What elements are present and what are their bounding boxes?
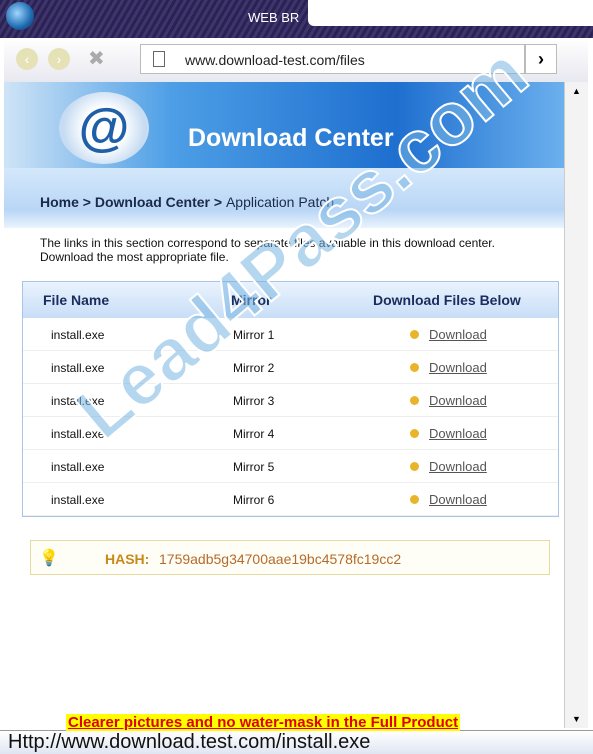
download-table: File Name Mirror Download Files Below in… bbox=[22, 281, 559, 517]
header-mirror: Mirror bbox=[231, 292, 272, 308]
bullet-icon bbox=[410, 330, 419, 339]
file-name: install.exe bbox=[51, 493, 105, 507]
bullet-icon bbox=[410, 495, 419, 504]
file-name: install.exe bbox=[51, 427, 105, 441]
lightbulb-icon: 💡 bbox=[39, 550, 59, 567]
mirror-name: Mirror 4 bbox=[233, 427, 275, 441]
promo-banner: Clearer pictures and no water-mask in th… bbox=[66, 714, 461, 731]
title-bar: WEB BR bbox=[0, 0, 593, 38]
status-text: Http://www.download.test.com/install.exe bbox=[8, 731, 371, 753]
bullet-icon bbox=[410, 363, 419, 372]
breadcrumb-separator: > bbox=[210, 194, 226, 210]
download-link[interactable]: Download bbox=[429, 426, 487, 441]
page-icon bbox=[153, 51, 165, 67]
breadcrumb-home[interactable]: Home bbox=[40, 194, 79, 210]
stop-button[interactable]: ✖ bbox=[88, 46, 105, 71]
breadcrumb: Home > Download Center > Application Pat… bbox=[40, 194, 334, 210]
breadcrumb-separator: > bbox=[78, 194, 95, 210]
bullet-icon bbox=[410, 462, 419, 471]
download-link[interactable]: Download bbox=[429, 459, 487, 474]
download-link[interactable]: Download bbox=[429, 327, 487, 342]
breadcrumb-current: Application Patch bbox=[225, 194, 335, 210]
hash-label: HASH: bbox=[105, 551, 150, 567]
mirror-name: Mirror 1 bbox=[233, 328, 275, 342]
scroll-down-icon[interactable]: ▼ bbox=[572, 714, 581, 724]
table-row: install.exe Mirror 3 Download bbox=[23, 384, 558, 417]
bullet-icon bbox=[410, 429, 419, 438]
bullet-icon bbox=[410, 396, 419, 405]
table-row: install.exe Mirror 6 Download bbox=[23, 483, 558, 516]
mirror-name: Mirror 2 bbox=[233, 361, 275, 375]
nav-bar: ‹ › ✖ www.download-test.com/files › bbox=[4, 38, 588, 82]
table-row: install.exe Mirror 4 Download bbox=[23, 417, 558, 450]
page-content: @ Download Center Home > Download Center… bbox=[4, 82, 564, 728]
mirror-name: Mirror 3 bbox=[233, 394, 275, 408]
file-name: install.exe bbox=[51, 460, 105, 474]
window-title: WEB BR bbox=[248, 10, 300, 25]
go-button[interactable]: › bbox=[525, 44, 557, 74]
address-input[interactable]: www.download-test.com/files bbox=[185, 52, 365, 68]
table-row: install.exe Mirror 5 Download bbox=[23, 450, 558, 483]
download-link[interactable]: Download bbox=[429, 393, 487, 408]
banner-title: Download Center bbox=[188, 124, 394, 152]
download-link[interactable]: Download bbox=[429, 492, 487, 507]
back-button[interactable]: ‹ bbox=[16, 48, 38, 70]
hash-box: 💡 HASH: 1759adb5g34700aae19bc4578fc19cc2 bbox=[30, 540, 550, 575]
mirror-name: Mirror 5 bbox=[233, 460, 275, 474]
address-bar[interactable]: www.download-test.com/files bbox=[140, 44, 525, 74]
scroll-up-icon[interactable]: ▲ bbox=[572, 86, 581, 96]
at-logo-icon: @ bbox=[59, 92, 149, 164]
table-row: install.exe Mirror 2 Download bbox=[23, 351, 558, 384]
status-bar: Http://www.download.test.com/install.exe bbox=[0, 730, 593, 754]
overlay-popup bbox=[308, 0, 593, 26]
breadcrumb-download-center[interactable]: Download Center bbox=[95, 194, 210, 210]
scrollbar[interactable]: ▲ ▼ bbox=[564, 82, 588, 728]
browser-globe-icon bbox=[6, 2, 34, 30]
download-link[interactable]: Download bbox=[429, 360, 487, 375]
breadcrumb-band: Home > Download Center > Application Pat… bbox=[4, 168, 564, 228]
mirror-name: Mirror 6 bbox=[233, 493, 275, 507]
header-download: Download Files Below bbox=[373, 292, 521, 308]
file-name: install.exe bbox=[51, 361, 105, 375]
hash-value: 1759adb5g34700aae19bc4578fc19cc2 bbox=[159, 551, 402, 567]
table-header: File Name Mirror Download Files Below bbox=[23, 282, 558, 318]
description: The links in this section correspond to … bbox=[40, 236, 495, 264]
file-name: install.exe bbox=[51, 328, 105, 342]
file-name: install.exe bbox=[51, 394, 105, 408]
table-row: install.exe Mirror 1 Download bbox=[23, 318, 558, 351]
forward-button[interactable]: › bbox=[48, 48, 70, 70]
banner: @ Download Center bbox=[4, 82, 564, 168]
header-file-name: File Name bbox=[43, 292, 110, 308]
